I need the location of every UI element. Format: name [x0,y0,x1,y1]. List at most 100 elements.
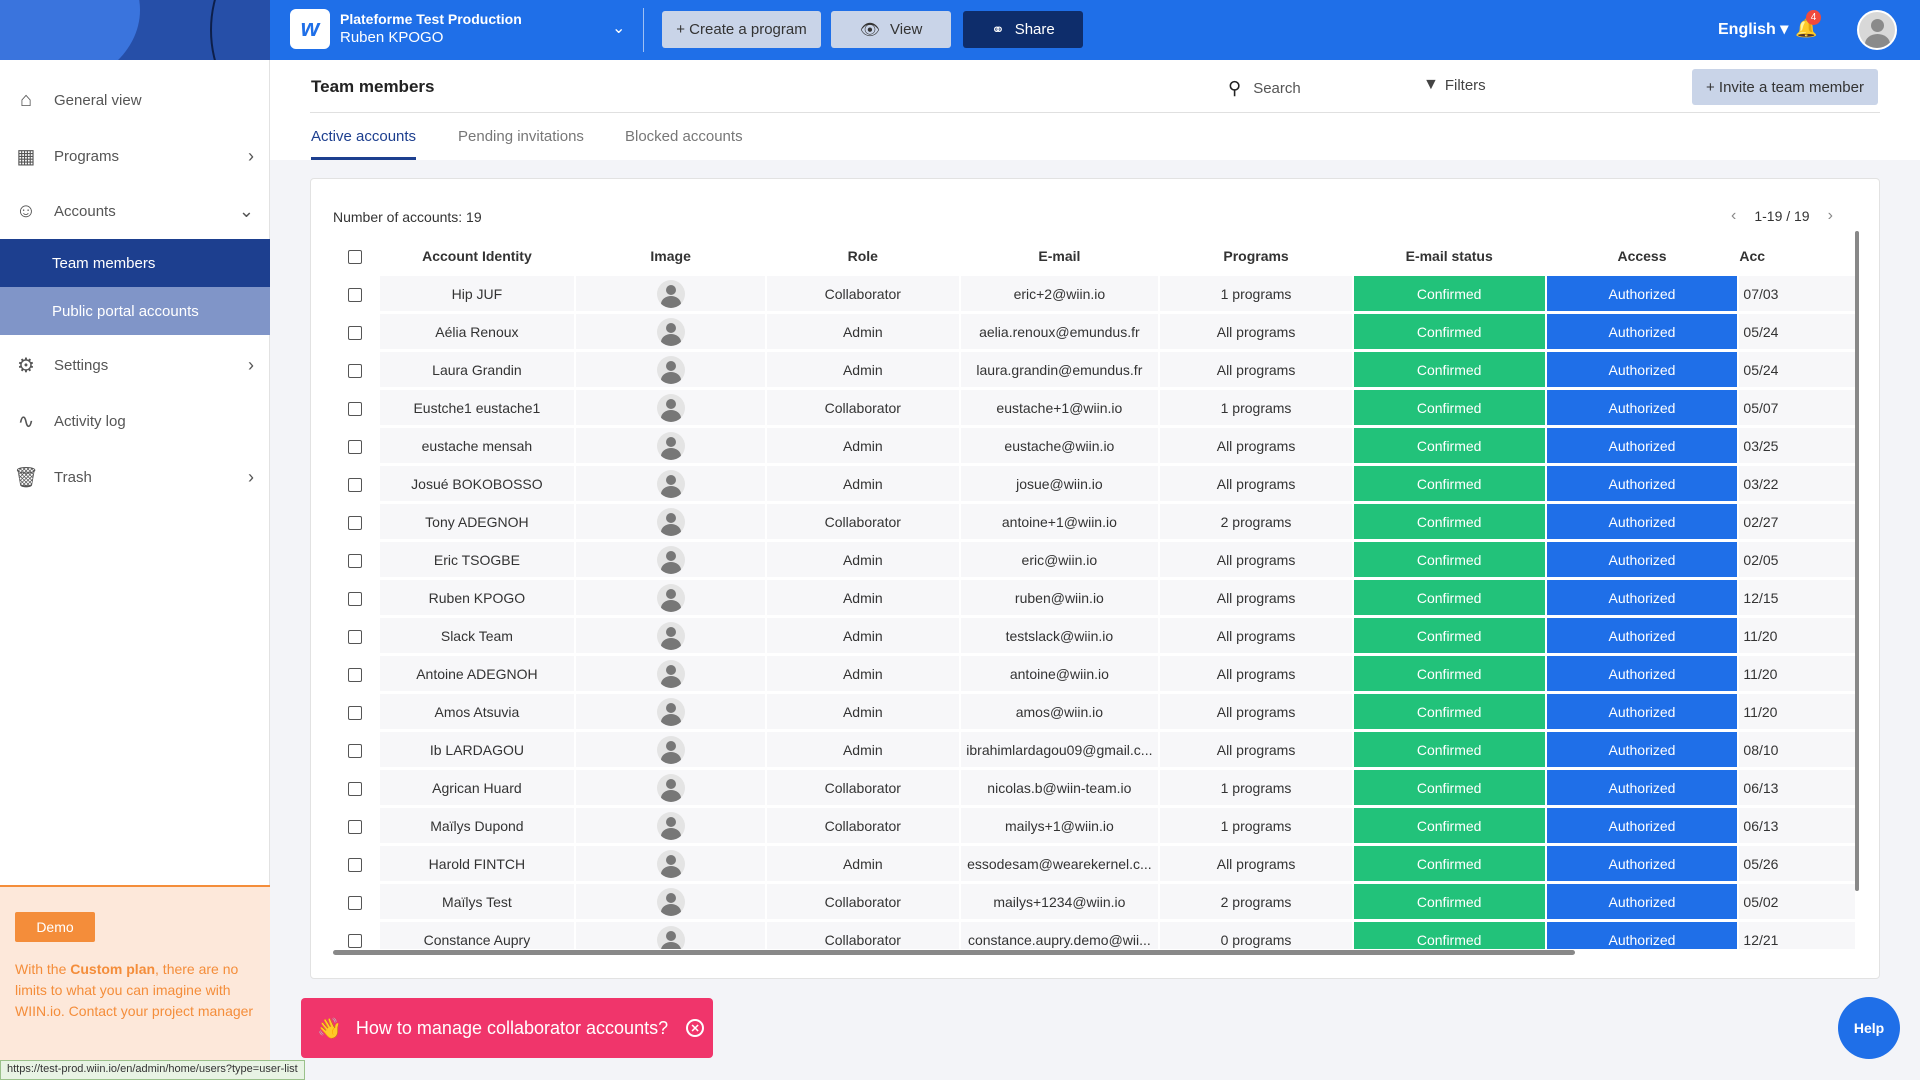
platform-switcher[interactable]: w Plateforme Test Production Ruben KPOGO [290,9,522,49]
row-checkbox[interactable] [348,819,363,834]
select-all-checkbox[interactable] [348,250,363,265]
row-checkbox[interactable] [348,477,363,492]
row-checkbox[interactable] [348,363,363,378]
row-checkbox[interactable] [348,515,363,530]
demo-button[interactable]: Demo [15,912,95,942]
sidebar-item-team-members[interactable]: Team members [0,239,270,287]
table-row[interactable]: Slack Team Admin testslack@wiin.io All prog… [333,618,1855,653]
account-identity-cell: eustache mensah [379,428,575,463]
avatar [656,355,685,384]
table-row[interactable]: Maïlys Test Collaborator mailys+1234@wiin.… [333,884,1855,919]
table-row[interactable]: Agrican Huard Collaborator nicolas.b@wiin-… [333,770,1855,805]
column-header[interactable]: E-mail status [1353,239,1545,273]
sidebar-item-public-portal-accounts[interactable]: Public portal accounts [0,287,270,335]
email-cell: antoine@wiin.io [960,656,1159,691]
column-header[interactable]: Acc [1739,239,1855,273]
table-row[interactable]: Tony ADEGNOH Collaborator antoine+1@wiin.i… [333,504,1855,539]
filters-button[interactable]: ▼ Filters [1423,76,1486,94]
sidebar-item-settings[interactable]: ⚙ Settings › [0,340,270,390]
table-row[interactable]: eustache mensah Admin eustache@wiin.io All … [333,428,1855,463]
avatar-body [660,675,681,688]
last-access-cell: 06/13 [1739,770,1855,805]
programs-cell: 1 programs [1160,770,1352,805]
column-header[interactable]: Programs [1160,239,1352,273]
row-checkbox[interactable] [348,591,363,606]
tab-blocked-accounts[interactable]: Blocked accounts [625,128,743,160]
chevron-down-icon[interactable]: ⌄ [612,18,625,38]
user-avatar[interactable] [1857,10,1897,50]
sidebar-item-programs[interactable]: ▦ Programs › [0,131,270,181]
table-row[interactable]: Laura Grandin Admin laura.grandin@emundus.… [333,352,1855,387]
column-header[interactable]: E-mail [960,239,1159,273]
row-checkbox[interactable] [348,667,363,682]
share-button[interactable]: ⚭ Share [963,11,1083,48]
table-row[interactable]: Ruben KPOGO Admin ruben@wiin.io All program… [333,580,1855,615]
row-checkbox[interactable] [348,401,363,416]
table-row[interactable]: Ib LARDAGOU Admin ibrahimlardagou09@gmail.… [333,732,1855,767]
search-box[interactable]: ⚲ Search [1228,78,1301,99]
sidebar-item-label: Trash [54,468,92,486]
email-cell: testslack@wiin.io [960,618,1159,653]
account-identity-cell: Antoine ADEGNOH [379,656,575,691]
row-checkbox[interactable] [348,743,363,758]
row-checkbox[interactable] [348,629,363,644]
table-row[interactable]: Maïlys Dupond Collaborator mailys+1@wiin.i… [333,808,1855,843]
row-checkbox[interactable] [348,933,363,948]
language-selector[interactable]: English ▾ [1718,19,1788,39]
column-header[interactable]: Account Identity [379,239,575,273]
table-row[interactable]: Harold FINTCH Admin essodesam@wearekernel.… [333,846,1855,881]
row-checkbox[interactable] [348,325,363,340]
row-checkbox[interactable] [348,895,363,910]
row-checkbox[interactable] [348,857,363,872]
table-row[interactable]: Aélia Renoux Admin aelia.renoux@emundus.fr… [333,314,1855,349]
access-cell: Authorized [1546,694,1738,729]
email-cell: essodesam@wearekernel.c... [960,846,1159,881]
row-checkbox[interactable] [348,705,363,720]
avatar-head [665,854,676,865]
prev-page-icon[interactable]: ‹ [1731,207,1736,225]
row-select-cell [333,352,378,387]
help-button[interactable]: Help [1838,997,1900,1059]
horizontal-scrollbar[interactable] [333,950,1575,955]
sidebar-item-activity-log[interactable]: ∿ Activity log [0,396,270,446]
email-status-cell: Confirmed [1353,846,1545,881]
account-identity-cell: Maïlys Dupond [379,808,575,843]
email-cell: constance.aupry.demo@wii... [960,922,1159,949]
column-header[interactable]: Access [1546,239,1738,273]
column-header[interactable]: Role [767,239,959,273]
sidebar-item-accounts[interactable]: ☺ Accounts ⌄ [0,186,270,236]
help-toast[interactable]: 👋 How to manage collaborator accounts? ✕ [301,998,713,1058]
tab-pending-invitations[interactable]: Pending invitations [458,128,584,160]
create-program-button[interactable]: + Create a program [662,11,821,48]
programs-cell: All programs [1160,846,1352,881]
row-checkbox[interactable] [348,553,363,568]
row-select-cell [333,314,378,349]
table-row[interactable]: Constance Aupry Collaborator constance.aup… [333,922,1855,949]
avatar [656,659,685,688]
row-checkbox[interactable] [348,781,363,796]
row-checkbox[interactable] [348,287,363,302]
row-checkbox[interactable] [348,439,363,454]
table-row[interactable]: Eustche1 eustache1 Collaborator eustache+1… [333,390,1855,425]
user-circle-icon: ☺ [15,199,37,222]
account-identity-cell: Amos Atsuvia [379,694,575,729]
promo-plan-link[interactable]: Custom plan [70,961,155,977]
promo-prefix: With the [15,961,71,977]
view-button[interactable]: 👁 View [831,11,951,48]
role-cell: Admin [767,656,959,691]
table-row[interactable]: Eric TSOGBE Admin eric@wiin.io All programs… [333,542,1855,577]
sidebar-item-general-view[interactable]: ⌂ General view [0,75,270,125]
last-access-cell: 02/27 [1739,504,1855,539]
tab-active-accounts[interactable]: Active accounts [311,128,417,160]
access-cell: Authorized [1546,884,1738,919]
invite-team-member-button[interactable]: + Invite a team member [1692,69,1878,105]
avatar-body [660,523,681,536]
sidebar-item-trash[interactable]: 🗑 Trash › [0,452,270,502]
close-icon[interactable]: ✕ [686,1019,705,1037]
table-row[interactable]: Hip JUF Collaborator eric+2@wiin.io 1 progr… [333,276,1855,311]
vertical-scrollbar[interactable] [1855,231,1859,891]
table-row[interactable]: Antoine ADEGNOH Admin antoine@wiin.io All p… [333,656,1855,691]
table-row[interactable]: Josué BOKOBOSSO Admin josue@wiin.io All pro… [333,466,1855,501]
next-page-icon[interactable]: › [1828,207,1833,225]
table-row[interactable]: Amos Atsuvia Admin amos@wiin.io All program… [333,694,1855,729]
